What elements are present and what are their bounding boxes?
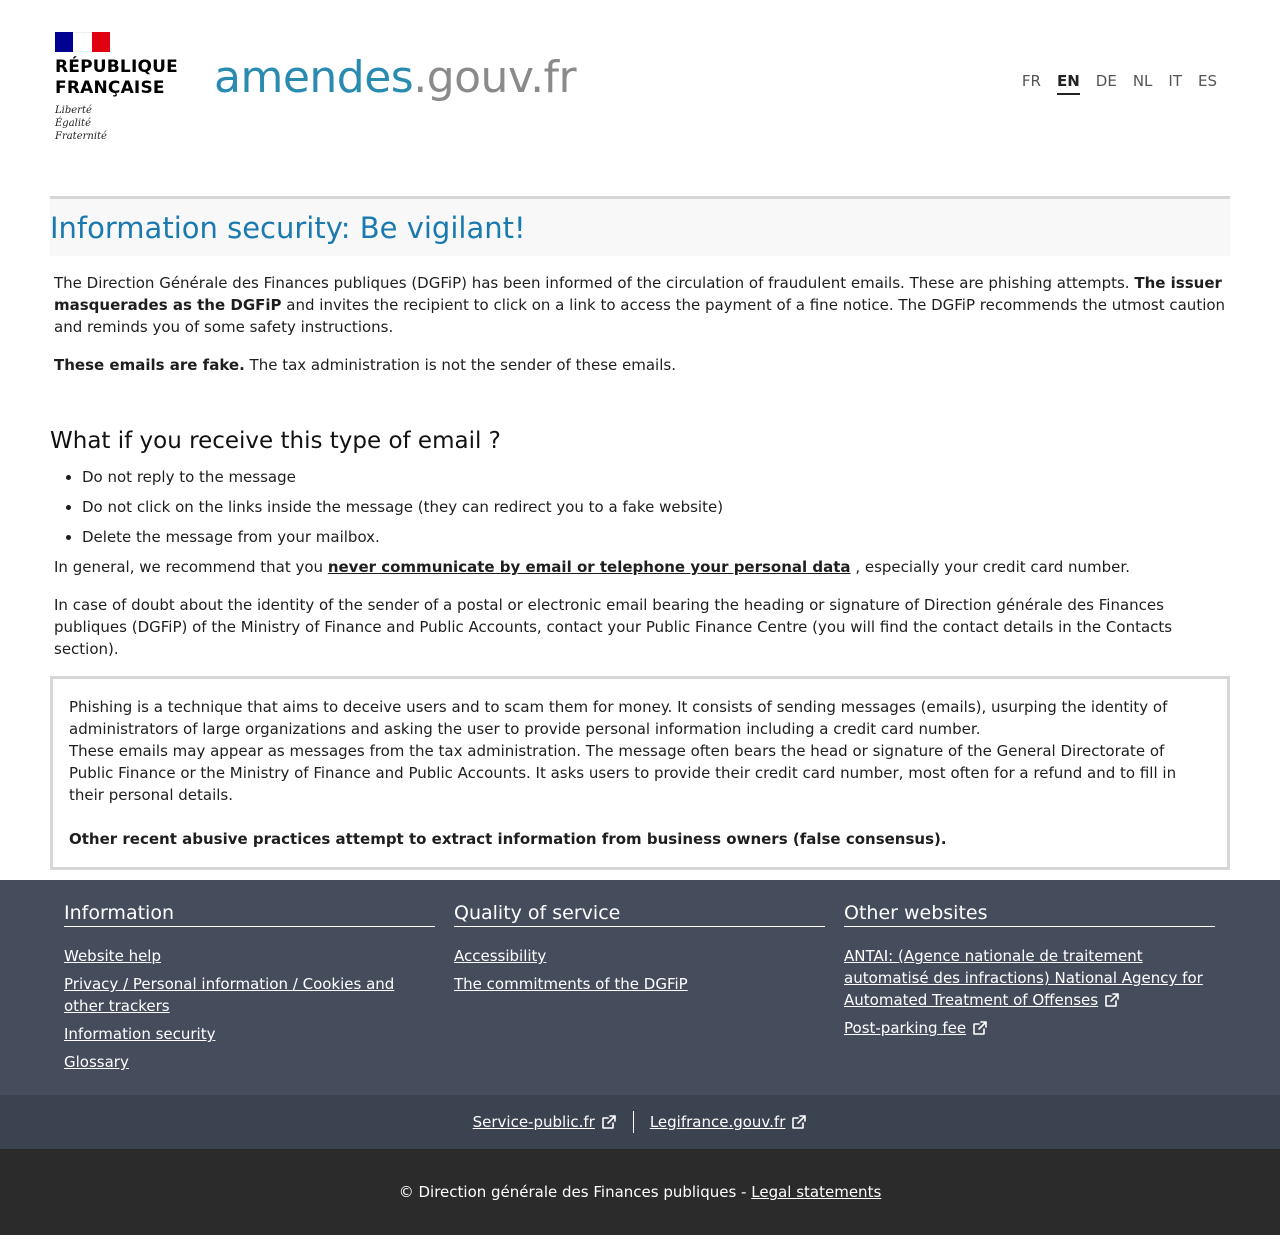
footer-link-privacy[interactable]: Privacy / Personal information / Cookies… xyxy=(64,975,394,1015)
site-logo[interactable]: amendes.gouv.fr xyxy=(214,52,577,103)
doubt-paragraph: In case of doubt about the identity of t… xyxy=(54,596,1173,658)
general-recommendation: In general, we recommend that you never … xyxy=(54,556,1226,578)
footer-link-post-parking-label: Post-parking fee xyxy=(844,1019,967,1037)
main-content: Information security: Be vigilant! The D… xyxy=(50,196,1230,870)
page-title: Information security: Be vigilant! xyxy=(50,210,526,245)
lang-es[interactable]: ES xyxy=(1198,72,1217,95)
divider xyxy=(632,1111,634,1133)
legal-statements-link[interactable]: Legal statements xyxy=(751,1183,881,1201)
list-item: Delete the message from your mailbox. xyxy=(82,526,1230,548)
footer-link-glossary[interactable]: Glossary xyxy=(64,1053,129,1071)
list-item: Do not reply to the message xyxy=(82,466,1230,488)
lang-nl[interactable]: NL xyxy=(1133,72,1153,95)
footer-col-other: Other websites ANTAI: (Agence nationale … xyxy=(844,902,1215,1045)
personal-data-link[interactable]: never communicate by email or telephone … xyxy=(328,558,851,576)
external-link-icon xyxy=(602,1115,616,1129)
footer-link-information-security[interactable]: Information security xyxy=(64,1025,216,1043)
copyright-text: © Direction générale des Finances publiq… xyxy=(398,1183,747,1201)
phishing-info-box: Phishing is a technique that aims to dec… xyxy=(50,676,1230,870)
marianne-flag-icon xyxy=(55,32,110,52)
footer-col-quality: Quality of service Accessibility The com… xyxy=(454,902,825,1001)
gov-title: RÉPUBLIQUE FRANÇAISE xyxy=(55,57,178,98)
language-switcher: FR EN DE NL IT ES xyxy=(1022,72,1217,95)
footer-link-website-help[interactable]: Website help xyxy=(64,947,161,965)
lang-fr[interactable]: FR xyxy=(1022,72,1041,95)
intro-paragraph: The Direction Générale des Finances publ… xyxy=(54,272,1226,338)
external-link-icon xyxy=(973,1021,987,1035)
lang-en[interactable]: EN xyxy=(1056,72,1080,95)
footer-col-title: Quality of service xyxy=(454,902,825,927)
footer-links-section: Information Website help Privacy / Perso… xyxy=(0,880,1280,1095)
footer-col-title: Information xyxy=(64,902,435,927)
fake-notice: These emails are fake. The tax administr… xyxy=(54,354,1226,376)
fake-bold: These emails are fake. xyxy=(54,356,245,374)
republique-francaise-logo[interactable]: RÉPUBLIQUE FRANÇAISE Liberté Égalité Fra… xyxy=(55,32,185,143)
general-prefix: In general, we recommend that you xyxy=(54,558,328,576)
footer-partner-links: Service-public.fr Legifrance.gouv.fr xyxy=(0,1095,1280,1149)
fake-text: The tax administration is not the sender… xyxy=(244,356,676,374)
site-name-main: amendes xyxy=(214,52,414,103)
section-heading: What if you receive this type of email ? xyxy=(50,428,501,454)
footer-col-information: Information Website help Privacy / Perso… xyxy=(64,902,435,1079)
footer-col-title: Other websites xyxy=(844,902,1215,927)
service-public-label: Service-public.fr xyxy=(472,1113,595,1131)
legifrance-link[interactable]: Legifrance.gouv.fr xyxy=(650,1113,808,1131)
site-header: RÉPUBLIQUE FRANÇAISE Liberté Égalité Fra… xyxy=(0,0,1280,196)
external-link-icon xyxy=(1105,993,1119,1007)
footer-link-accessibility[interactable]: Accessibility xyxy=(454,947,546,965)
box-bold-note: Other recent abusive practices attempt t… xyxy=(69,830,947,848)
site-name-domain: .gouv.fr xyxy=(413,52,577,103)
footer-link-antai[interactable]: ANTAI: (Agence nationale de traitement a… xyxy=(844,947,1203,1009)
general-suffix: , especially your credit card number. xyxy=(850,558,1130,576)
lang-de[interactable]: DE xyxy=(1096,72,1117,95)
footer-link-antai-label: ANTAI: (Agence nationale de traitement a… xyxy=(844,947,1203,1009)
footer-link-commitments[interactable]: The commitments of the DGFiP xyxy=(454,975,688,993)
footer-copyright: © Direction générale des Finances publiq… xyxy=(0,1149,1280,1235)
external-link-icon xyxy=(792,1115,807,1129)
intro-text-1: The Direction Générale des Finances publ… xyxy=(54,274,1135,292)
gov-motto: Liberté Égalité Fraternité xyxy=(55,105,107,142)
legifrance-label: Legifrance.gouv.fr xyxy=(649,1113,786,1131)
title-bar: Information security: Be vigilant! xyxy=(50,199,1230,256)
tips-list: Do not reply to the message Do not click… xyxy=(50,466,1230,548)
box-paragraph-2: These emails may appear as messages from… xyxy=(69,742,1177,804)
service-public-link[interactable]: Service-public.fr xyxy=(473,1113,617,1131)
list-item: Do not click on the links inside the mes… xyxy=(82,496,1230,518)
lang-it[interactable]: IT xyxy=(1168,72,1182,95)
box-paragraph-1: Phishing is a technique that aims to dec… xyxy=(69,698,1168,738)
footer-link-post-parking[interactable]: Post-parking fee xyxy=(844,1019,988,1037)
